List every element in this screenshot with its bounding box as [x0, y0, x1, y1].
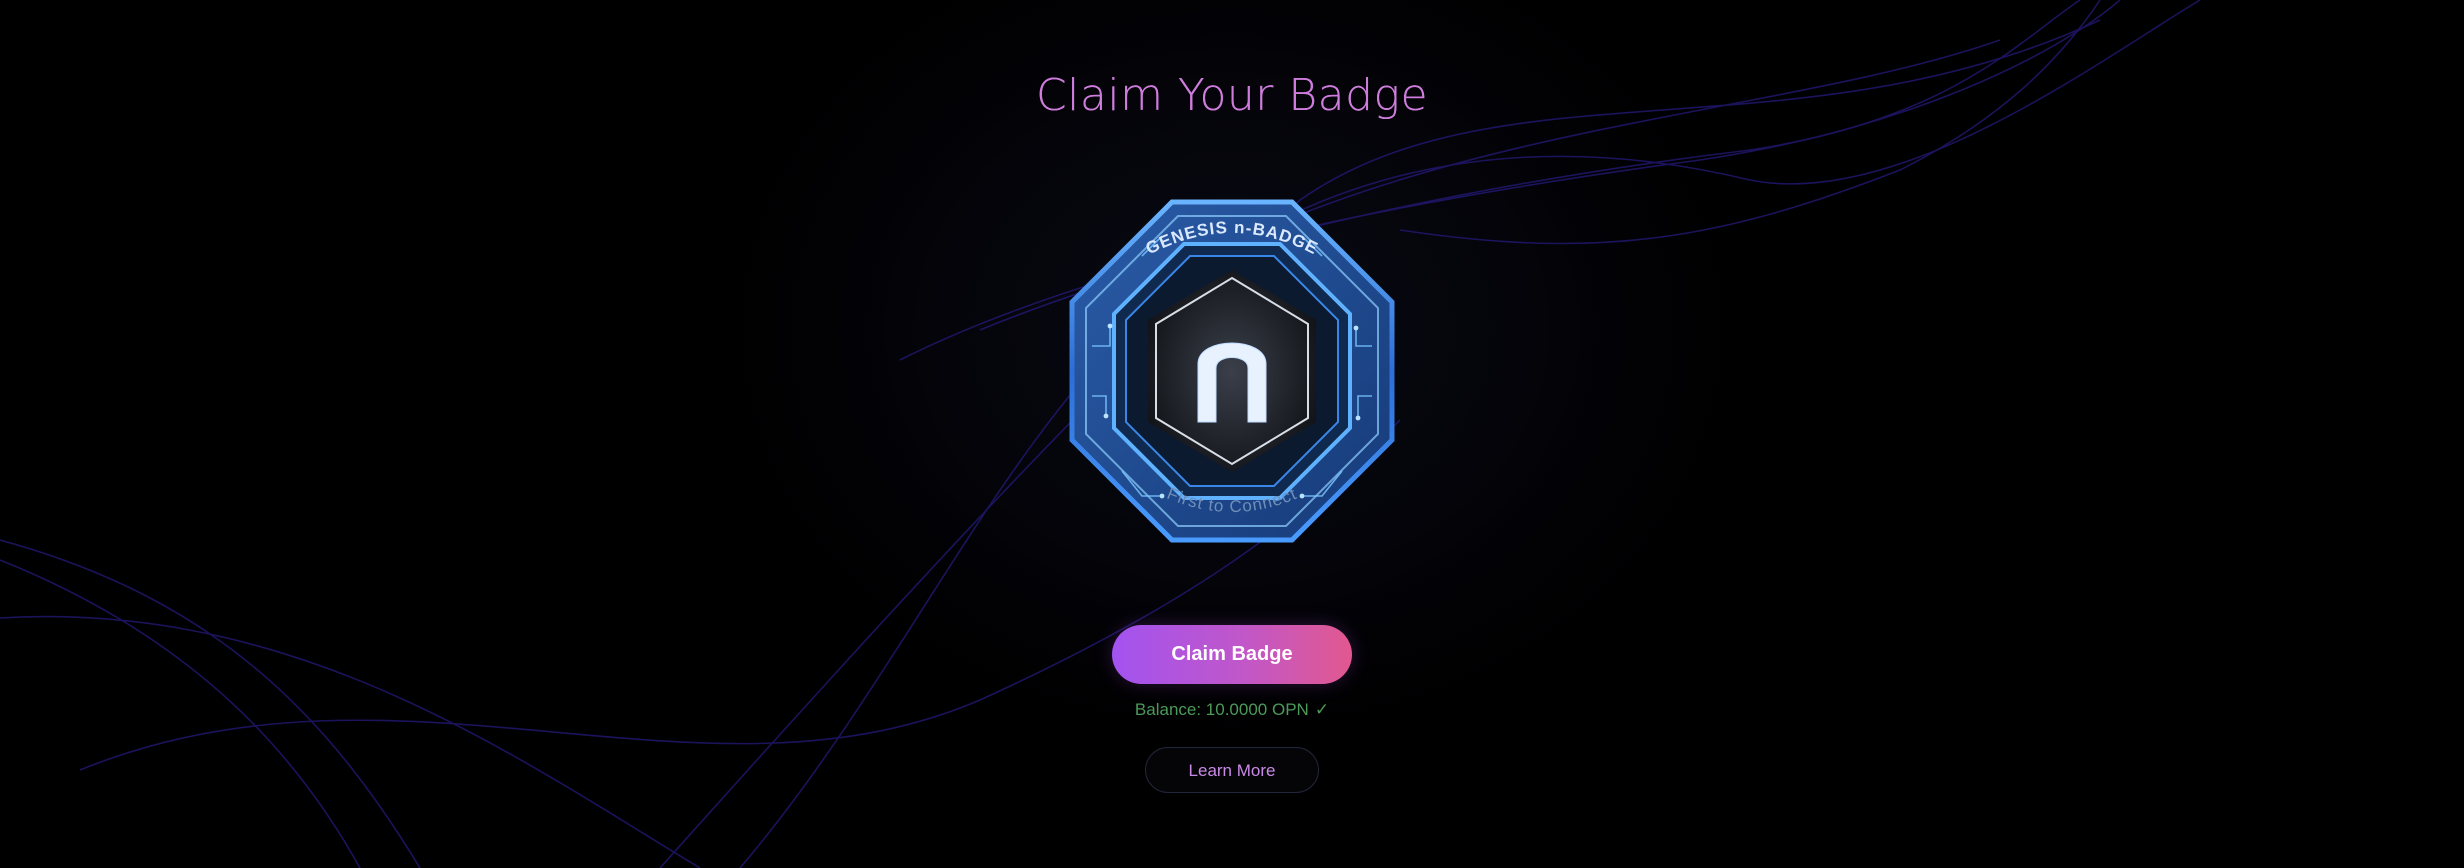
genesis-badge-image: GENESIS n-BADGE First to Connect — [1062, 196, 1402, 546]
claim-badge-page: Claim Your Badge GENESIS n-BADGE First t… — [0, 0, 2464, 868]
balance-status: Balance: 10.0000 OPN ✓ — [0, 700, 2464, 720]
page-title: Claim Your Badge — [0, 70, 2464, 121]
balance-text: Balance: 10.0000 OPN — [1134, 700, 1309, 719]
claim-badge-button[interactable]: Claim Badge — [1112, 625, 1352, 684]
learn-more-button[interactable]: Learn More — [1145, 747, 1319, 793]
balance-check-icon: ✓ — [1314, 700, 1330, 719]
